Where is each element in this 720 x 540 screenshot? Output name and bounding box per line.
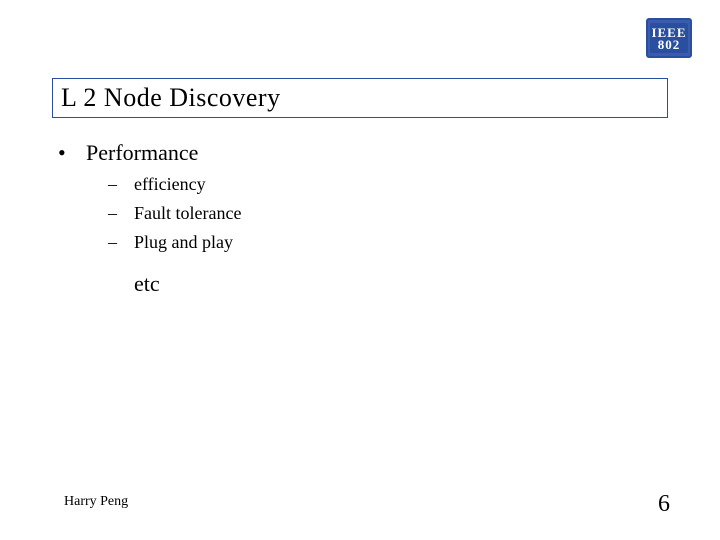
ieee-802-logo: IEEE 802 [646, 18, 692, 58]
footer-page-number: 6 [658, 491, 670, 518]
bullet-level2-text: efficiency [134, 174, 206, 195]
slide-title: L 2 Node Discovery [61, 83, 281, 113]
logo-line2: 802 [658, 38, 681, 51]
bullet-level2: – Plug and play [52, 232, 668, 253]
bullet-dot-icon: • [52, 140, 86, 166]
bullet-level1: • Performance [52, 140, 668, 166]
bullet-level2-text: Plug and play [134, 232, 233, 253]
bullet-dash-icon: – [108, 232, 134, 253]
slide-body: • Performance – efficiency – Fault toler… [52, 134, 668, 297]
bullet-dash-icon: – [108, 203, 134, 224]
slide-title-box: L 2 Node Discovery [52, 78, 668, 118]
bullet-level2: – Fault tolerance [52, 203, 668, 224]
bullet-level2-text: Fault tolerance [134, 203, 241, 224]
bullet-level1-text: Performance [86, 140, 198, 166]
bullet-level2: – efficiency [52, 174, 668, 195]
bullet-dash-icon: – [108, 174, 134, 195]
slide: IEEE 802 L 2 Node Discovery • Performanc… [0, 0, 720, 540]
bullet-extra: etc [52, 271, 668, 297]
footer-author: Harry Peng [64, 494, 128, 510]
